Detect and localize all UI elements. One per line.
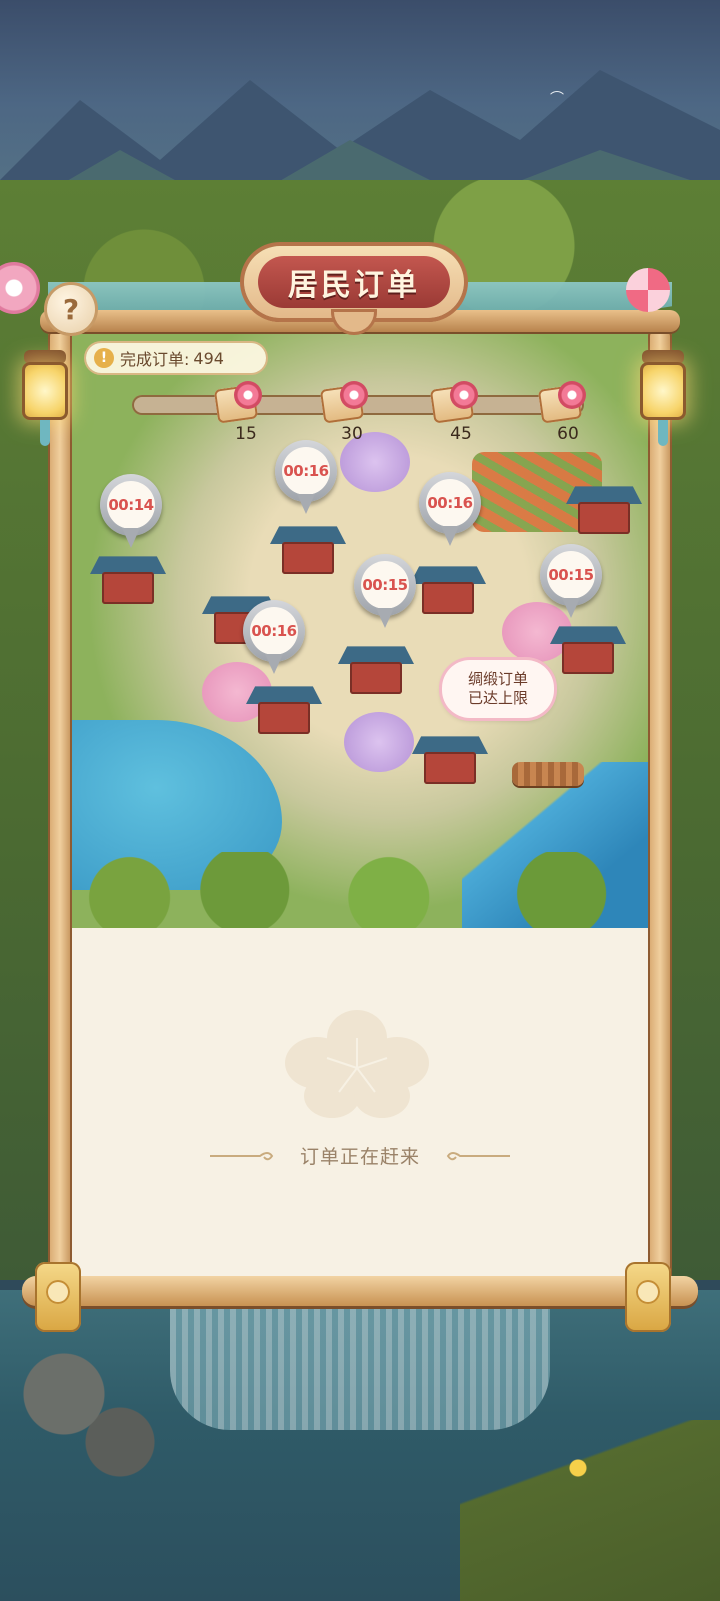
swirl-ornament-right: [446, 1151, 510, 1160]
flower-decoration: [560, 1450, 596, 1486]
gift-box-icon[interactable]: [537, 381, 586, 424]
village-map[interactable]: 00:14 00:16 00:16 00:15 00:15 00:16: [72, 332, 648, 928]
grass-bank: [460, 1420, 720, 1601]
order-panel: 订单正在赶来: [72, 928, 648, 1276]
status-row: 订单正在赶来: [72, 1142, 648, 1169]
rod-cap-left: [35, 1262, 81, 1332]
rocks: [0, 1330, 160, 1490]
resident-house[interactable]: [410, 562, 486, 614]
gift-box-icon[interactable]: [429, 381, 478, 424]
waterfall: [170, 1290, 550, 1430]
completed-orders-value: 494: [193, 348, 224, 368]
help-button[interactable]: ?: [47, 285, 95, 333]
notice-line-1: 绸缎订单: [467, 670, 528, 688]
resident-pagoda[interactable]: [270, 522, 346, 574]
gift-box-icon[interactable]: [213, 381, 262, 424]
timer-text: 00:14: [107, 481, 155, 529]
resident-shop[interactable]: [412, 732, 488, 784]
scroll-rod-bottom: [22, 1276, 698, 1306]
silk-order-limit-notice[interactable]: 绸缎订单 已达上限: [442, 660, 554, 718]
timer-text: 00:15: [361, 561, 409, 609]
scroll-rail-left: [48, 330, 72, 1300]
milestone-label: 15: [235, 424, 257, 444]
timer-text: 00:16: [250, 607, 298, 655]
timer-text: 00:16: [426, 479, 474, 527]
order-timer-pin[interactable]: 00:16: [419, 472, 481, 546]
resident-house[interactable]: [566, 482, 642, 534]
title-plaque: 居民订单: [244, 246, 464, 318]
resident-house[interactable]: [246, 682, 322, 734]
order-timer-pin[interactable]: 00:14: [100, 474, 162, 548]
orders-coming-message: 订单正在赶来: [299, 1146, 420, 1168]
bridge: [512, 762, 584, 786]
bird-icon: ⌒: [550, 91, 564, 107]
resident-house[interactable]: [90, 552, 166, 604]
completed-orders-counter: ! 完成订单: 494: [86, 343, 266, 373]
pinwheel-icon: [626, 268, 670, 312]
order-timer-pin[interactable]: 00:16: [243, 600, 305, 674]
tree-line: [72, 852, 648, 928]
order-timer-pin[interactable]: 00:15: [540, 544, 602, 618]
resident-house[interactable]: [550, 622, 626, 674]
rod-cap-right: [625, 1262, 671, 1332]
plum-blossom-icon: [285, 1010, 429, 1118]
exclamation-icon: !: [94, 348, 114, 368]
scroll-rail-right: [648, 330, 672, 1300]
milestone-label: 45: [450, 424, 472, 444]
lantern-icon: [18, 350, 72, 446]
notice-line-2: 已达上限: [467, 689, 528, 707]
page-title: 居民订单: [258, 256, 450, 308]
resident-temple[interactable]: [338, 642, 414, 694]
swirl-ornament-left: [209, 1151, 274, 1160]
order-timer-pin[interactable]: 00:15: [354, 554, 416, 628]
milestone-label: 60: [557, 424, 579, 444]
timer-text: 00:15: [547, 551, 595, 599]
lilac-tree: [344, 712, 414, 772]
timer-text: 00:16: [282, 447, 330, 495]
completed-orders-label: 完成订单:: [120, 350, 190, 369]
question-mark-icon: ?: [62, 292, 80, 326]
milestone-label: 30: [341, 424, 363, 444]
lantern-icon: [636, 350, 690, 446]
order-timer-pin[interactable]: 00:16: [275, 440, 337, 514]
gift-box-icon[interactable]: [319, 381, 368, 424]
